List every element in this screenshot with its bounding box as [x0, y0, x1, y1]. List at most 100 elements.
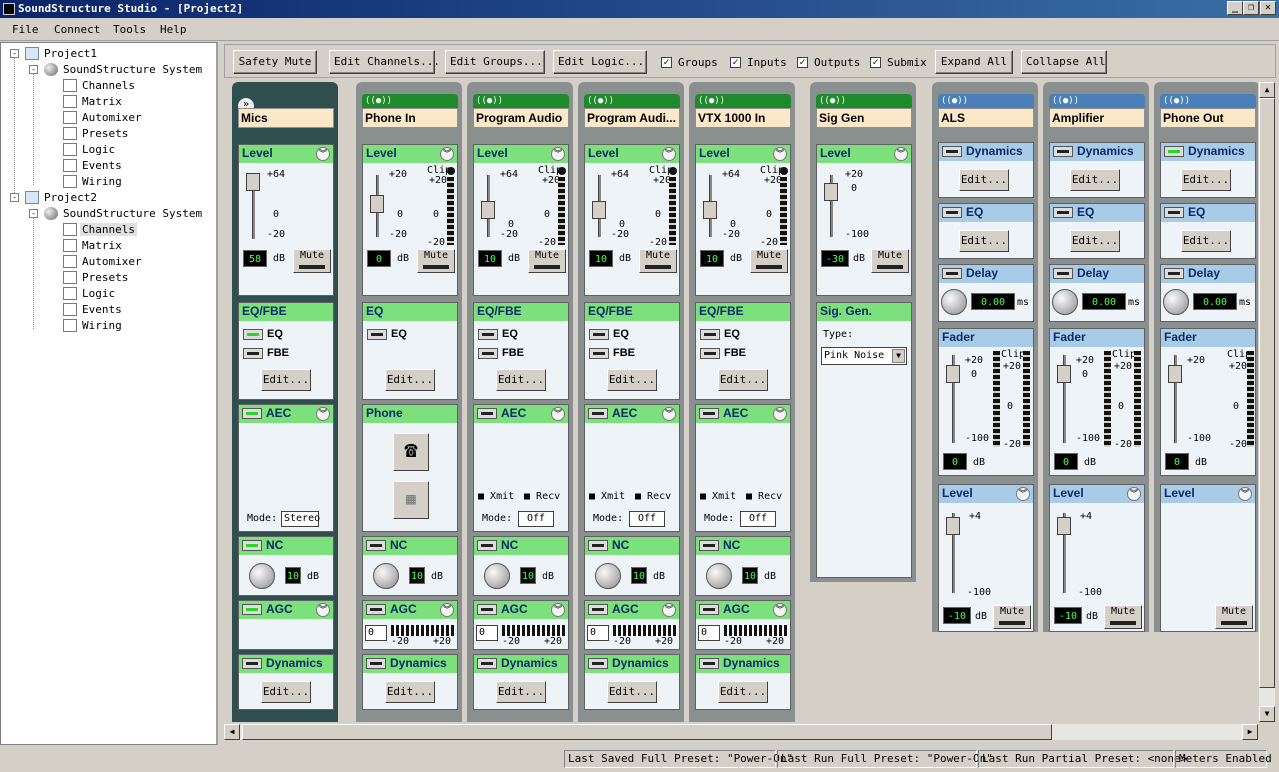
gain-readout[interactable]: 10: [589, 250, 613, 267]
mute-button[interactable]: Mute: [528, 249, 566, 273]
chevron-down-icon[interactable]: ︾: [1238, 487, 1252, 501]
fader-readout[interactable]: 0: [1165, 453, 1189, 470]
delay-readout[interactable]: 0.00: [971, 293, 1015, 310]
scroll-left-icon[interactable]: ◀: [224, 724, 240, 740]
tree-p2-logic[interactable]: Logic: [63, 287, 117, 300]
edit-dynamics-button[interactable]: Edit...: [1181, 169, 1231, 191]
toggle-icon[interactable]: [242, 540, 262, 552]
delay-knob[interactable]: [1163, 289, 1189, 315]
toggle-icon[interactable]: [366, 540, 386, 552]
channel-name[interactable]: Mics: [238, 108, 334, 128]
chevron-down-icon[interactable]: ︾: [773, 603, 787, 617]
toggle-icon[interactable]: [588, 604, 608, 616]
delay-knob[interactable]: [941, 289, 967, 315]
toggle-icon[interactable]: [699, 604, 719, 616]
toggle-icon[interactable]: [1164, 268, 1184, 280]
fbe-toggle[interactable]: FBE: [478, 347, 524, 359]
channel-name[interactable]: VTX 1000 In: [695, 108, 791, 128]
edit-channels-button[interactable]: Edit Channels...: [329, 50, 440, 74]
edit-dynamics-button[interactable]: Edit...: [718, 681, 768, 703]
fader-thumb[interactable]: [1057, 365, 1071, 383]
fader-readout[interactable]: 0: [943, 453, 967, 470]
nc-knob[interactable]: [484, 563, 510, 589]
chevron-down-icon[interactable]: ︾: [662, 407, 676, 421]
gain-readout[interactable]: 10: [700, 250, 724, 267]
gain-readout[interactable]: 10: [478, 250, 502, 267]
gain-readout[interactable]: 58: [243, 250, 267, 267]
menu-tools[interactable]: Tools: [113, 23, 146, 36]
chevron-down-icon[interactable]: ︾: [662, 147, 676, 161]
horizontal-scroll-thumb[interactable]: [242, 724, 1052, 740]
eq-toggle[interactable]: EQ: [478, 328, 518, 340]
fader-thumb[interactable]: [1168, 365, 1182, 383]
toggle-icon[interactable]: [588, 540, 608, 552]
vertical-scroll-thumb[interactable]: [1259, 98, 1275, 688]
toggle-icon[interactable]: [1053, 268, 1073, 280]
gain-readout[interactable]: 0: [367, 250, 391, 267]
level-slider-thumb[interactable]: [946, 517, 960, 535]
edit-eq-button[interactable]: Edit...: [607, 369, 657, 391]
edit-eq-button[interactable]: Edit...: [1181, 230, 1231, 252]
toggle-icon[interactable]: [942, 146, 962, 158]
fbe-toggle[interactable]: FBE: [589, 347, 635, 359]
toggle-icon[interactable]: [942, 207, 962, 219]
dropdown-arrow-icon[interactable]: ▼: [892, 349, 905, 363]
scroll-down-icon[interactable]: ▼: [1259, 706, 1275, 722]
delay-readout[interactable]: 0.00: [1193, 293, 1237, 310]
toggle-icon[interactable]: [366, 604, 386, 616]
delay-readout[interactable]: 0.00: [1082, 293, 1126, 310]
chevron-down-icon[interactable]: ︾: [773, 407, 787, 421]
eq-toggle[interactable]: EQ: [367, 328, 407, 340]
mute-button[interactable]: Mute: [293, 249, 331, 273]
tree-p2-wiring[interactable]: Wiring: [63, 319, 124, 332]
gain-slider-thumb[interactable]: [592, 201, 606, 219]
nc-knob[interactable]: [595, 563, 621, 589]
chevron-down-icon[interactable]: ︾: [316, 603, 330, 617]
channel-name[interactable]: ALS: [938, 108, 1034, 128]
tree-p2-channels[interactable]: Channels: [63, 223, 137, 236]
signal-type-select[interactable]: Pink Noise ▼: [821, 347, 907, 365]
chevron-down-icon[interactable]: ︾: [551, 407, 565, 421]
tree-system2[interactable]: SoundStructure System: [44, 207, 204, 220]
edit-eq-button[interactable]: Edit...: [959, 230, 1009, 252]
edit-eq-button[interactable]: Edit...: [1070, 230, 1120, 252]
safety-mute-button[interactable]: Safety Mute: [233, 50, 317, 74]
outputs-checkbox[interactable]: ✓ Outputs: [797, 56, 860, 69]
channel-name[interactable]: Amplifier: [1049, 108, 1145, 128]
eq-toggle[interactable]: EQ: [589, 328, 629, 340]
tree-project1[interactable]: Project1: [25, 47, 99, 60]
mute-button[interactable]: Mute: [750, 249, 788, 273]
edit-eq-button[interactable]: Edit...: [718, 369, 768, 391]
edit-groups-button[interactable]: Edit Groups...: [445, 50, 545, 74]
toggle-icon[interactable]: [1053, 207, 1073, 219]
chevron-down-icon[interactable]: ︾: [662, 603, 676, 617]
menu-help[interactable]: Help: [160, 23, 187, 36]
chevron-down-icon[interactable]: ︾: [1016, 487, 1030, 501]
mute-button[interactable]: Mute: [639, 249, 677, 273]
chevron-down-icon[interactable]: ︾: [440, 603, 454, 617]
tree-p1-matrix[interactable]: Matrix: [63, 95, 124, 108]
channel-name[interactable]: Sig Gen: [816, 108, 912, 128]
edit-eq-button[interactable]: Edit...: [496, 369, 546, 391]
mute-button[interactable]: Mute: [871, 249, 909, 273]
collapse-project2-toggle[interactable]: -: [10, 193, 19, 202]
edit-dynamics-button[interactable]: Edit...: [261, 681, 311, 703]
aec-mode-field[interactable]: Stereo: [281, 511, 320, 527]
collapse-system1-toggle[interactable]: -: [29, 65, 38, 74]
fader-readout[interactable]: 0: [1054, 453, 1078, 470]
nc-knob[interactable]: [373, 563, 399, 589]
horizontal-scrollbar[interactable]: ◀ ▶: [224, 724, 1258, 740]
toggle-icon[interactable]: [242, 658, 262, 670]
expand-all-button[interactable]: Expand All: [935, 50, 1013, 74]
tree-project2[interactable]: Project2: [25, 191, 99, 204]
aec-mode-field[interactable]: Off: [740, 511, 776, 527]
toggle-icon[interactable]: [588, 408, 608, 420]
chevron-down-icon[interactable]: ︾: [316, 407, 330, 421]
chevron-down-icon[interactable]: ︾: [440, 147, 454, 161]
gain-slider-thumb[interactable]: [481, 201, 495, 219]
collapse-all-button[interactable]: Collapse All: [1021, 50, 1107, 74]
channel-name[interactable]: Phone In: [362, 108, 458, 128]
toggle-icon[interactable]: [242, 408, 262, 420]
toggle-icon[interactable]: [1164, 146, 1184, 158]
chevron-down-icon[interactable]: ︾: [551, 603, 565, 617]
